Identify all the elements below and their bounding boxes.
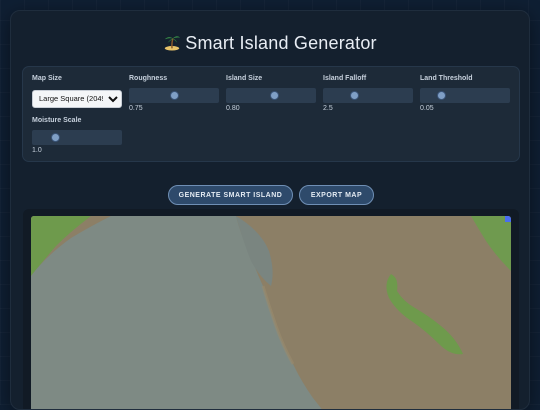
slider-thumb[interactable] xyxy=(437,91,447,100)
island-map-canvas[interactable] xyxy=(31,216,511,409)
land-threshold-slider[interactable] xyxy=(420,88,510,103)
export-map-button[interactable]: EXPORT MAP xyxy=(299,185,374,205)
land-threshold-value: 0.05 xyxy=(420,105,434,112)
map-corner-marker xyxy=(505,216,511,222)
roughness-label: Roughness xyxy=(129,75,168,82)
land-threshold-label: Land Threshold xyxy=(420,75,473,82)
page-title-text: Smart Island Generator xyxy=(185,33,377,53)
controls-panel: Map Size Large Square (2049x2049) Roughn… xyxy=(22,66,520,162)
roughness-slider[interactable] xyxy=(129,88,219,103)
app-window: Smart Island Generator Map Size Large Sq… xyxy=(10,10,530,410)
land-threshold-control: Land Threshold 0.05 xyxy=(420,75,512,112)
roughness-control: Roughness 0.75 xyxy=(129,75,221,112)
map-size-select[interactable]: Large Square (2049x2049) xyxy=(32,89,122,108)
island-size-slider[interactable] xyxy=(226,88,316,103)
moisture-scale-value: 1.0 xyxy=(32,147,42,154)
island-size-value: 0.80 xyxy=(226,105,240,112)
moisture-scale-label: Moisture Scale xyxy=(32,117,82,124)
palm-island-icon xyxy=(165,36,181,51)
island-falloff-control: Island Falloff 2.5 xyxy=(323,75,415,112)
slider-thumb[interactable] xyxy=(350,91,359,100)
slider-thumb[interactable] xyxy=(270,91,280,100)
slider-thumb[interactable] xyxy=(50,133,60,142)
page-title: Smart Island Generator xyxy=(11,33,529,54)
slider-thumb[interactable] xyxy=(169,91,179,100)
island-size-label: Island Size xyxy=(226,75,263,82)
generate-island-button[interactable]: GENERATE SMART ISLAND xyxy=(168,185,293,205)
map-container xyxy=(23,209,519,409)
island-falloff-slider[interactable] xyxy=(323,88,413,103)
moisture-scale-control: Moisture Scale 1.0 xyxy=(32,117,124,154)
roughness-value: 0.75 xyxy=(129,105,143,112)
island-size-control: Island Size 0.80 xyxy=(226,75,318,112)
map-size-label: Map Size xyxy=(32,75,62,82)
island-map-render xyxy=(31,216,511,409)
island-falloff-label: Island Falloff xyxy=(323,75,367,82)
map-size-control: Map Size Large Square (2049x2049) xyxy=(32,75,124,108)
moisture-scale-slider[interactable] xyxy=(32,130,122,145)
island-falloff-value: 2.5 xyxy=(323,105,333,112)
